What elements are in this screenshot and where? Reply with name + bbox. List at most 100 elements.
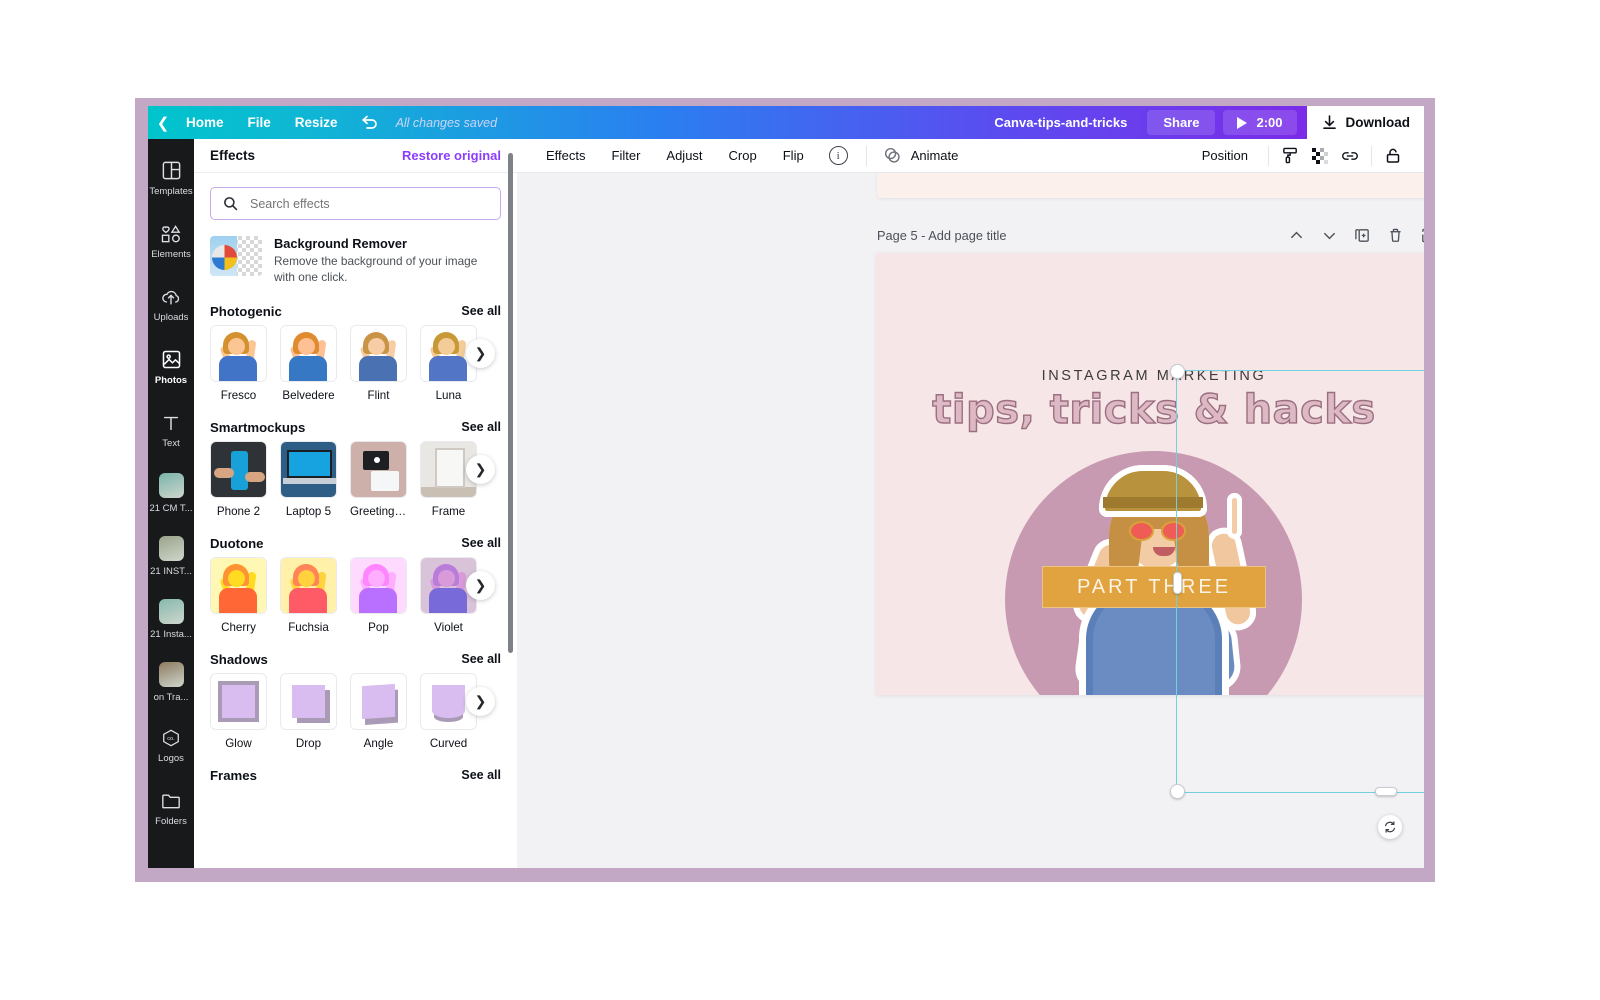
sidebar-item-folders[interactable]: Folders <box>148 777 194 840</box>
effect-label: Greeting car... <box>350 504 407 518</box>
lock-icon[interactable] <box>1378 141 1408 171</box>
effects-section-title: Frames <box>210 767 257 783</box>
search-icon <box>223 196 238 211</box>
canva-editor-window: ❮ Home File Resize All changes saved Can… <box>148 106 1424 868</box>
sidebar-item-21-cm-t[interactable]: 21 CM T... <box>148 462 194 525</box>
add-page-icon[interactable] <box>1420 227 1424 244</box>
transparency-checkerboard-icon[interactable] <box>1305 141 1335 171</box>
see-all-button[interactable]: See all <box>461 304 501 318</box>
position-button[interactable]: Position <box>1188 148 1262 163</box>
sidebar-item-21-inst[interactable]: 21 INST... <box>148 525 194 588</box>
undo-arrow-icon[interactable] <box>350 114 390 132</box>
effect-item[interactable]: Belvedere <box>280 324 337 402</box>
effect-item[interactable]: Violet <box>420 556 477 634</box>
duplicate-page-icon[interactable] <box>1354 227 1371 244</box>
tab-adjust[interactable]: Adjust <box>653 148 715 163</box>
effect-item[interactable]: Glow <box>210 672 267 750</box>
download-button[interactable]: Download <box>1306 106 1424 139</box>
effect-item[interactable]: Fuchsia <box>280 556 337 634</box>
see-all-button[interactable]: See all <box>461 768 501 782</box>
carousel-next-icon[interactable]: ❯ <box>466 454 495 484</box>
effect-item[interactable]: Greeting car... <box>350 440 407 518</box>
effects-section-title: Smartmockups <box>210 419 306 435</box>
carousel-next-icon[interactable]: ❯ <box>466 686 495 716</box>
menu-file[interactable]: File <box>236 115 283 130</box>
effect-item[interactable]: Flint <box>350 324 407 402</box>
effect-item[interactable]: Cherry <box>210 556 267 634</box>
rotate-handle-icon[interactable] <box>1378 815 1402 839</box>
menu-resize[interactable]: Resize <box>283 115 350 130</box>
effects-section-title: Shadows <box>210 651 268 667</box>
info-circle-icon[interactable]: i <box>828 146 848 165</box>
svg-text:co.: co. <box>167 736 175 742</box>
effect-label: Fresco <box>220 388 257 402</box>
effect-item[interactable]: Curved <box>420 672 477 750</box>
sidebar-item-label: 21 Insta... <box>150 629 192 640</box>
effect-item[interactable]: Laptop 5 <box>280 440 337 518</box>
design-eyebrow-text[interactable]: INSTAGRAM MARKETING <box>876 368 1424 384</box>
delete-page-icon[interactable] <box>1387 227 1404 244</box>
sidebar-item-21-insta[interactable]: 21 Insta... <box>148 588 194 651</box>
tab-flip[interactable]: Flip <box>770 148 817 163</box>
paint-roller-icon[interactable] <box>1275 141 1305 171</box>
design-title-text[interactable]: tips, tricks & hacks <box>876 386 1424 433</box>
sidebar-item-on-tra[interactable]: on Tra... <box>148 651 194 714</box>
tab-crop[interactable]: Crop <box>716 148 770 163</box>
effect-item[interactable]: Phone 2 <box>210 440 267 518</box>
move-up-icon[interactable] <box>1288 227 1305 244</box>
sidebar-item-uploads[interactable]: Uploads <box>148 273 194 336</box>
present-timer-button[interactable]: 2:00 <box>1223 110 1297 135</box>
tab-effects[interactable]: Effects <box>533 148 599 163</box>
link-chain-icon[interactable] <box>1335 141 1365 171</box>
toolbar-divider-2 <box>1268 145 1269 166</box>
chevron-left-icon[interactable]: ❮ <box>152 114 174 132</box>
sidebar-item-label: Text <box>162 437 180 449</box>
sidebar-item-text[interactable]: Text <box>148 399 194 462</box>
sidebar-item-photos[interactable]: Photos <box>148 336 194 399</box>
tab-filter[interactable]: Filter <box>599 148 654 163</box>
toolbar-divider <box>865 145 867 166</box>
carousel-next-icon[interactable]: ❯ <box>466 338 495 368</box>
page-title[interactable]: Page 5 - Add page title <box>877 228 1007 243</box>
effect-item[interactable]: Drop <box>280 672 337 750</box>
search-effects-field[interactable] <box>210 187 501 220</box>
resize-handle-bottom[interactable] <box>1375 787 1397 796</box>
panel-title: Effects <box>210 148 256 163</box>
sidebar-item-elements[interactable]: Elements <box>148 210 194 273</box>
effect-item[interactable]: Luna <box>420 324 477 402</box>
effects-panel: Effects Restore original Search effects … <box>194 139 517 868</box>
design-page-5[interactable]: INSTAGRAM MARKETING tips, tricks & hacks… <box>876 253 1424 695</box>
effects-carousel: Glow Drop Angle Curved ❯ <box>210 672 517 750</box>
previous-page-preview[interactable] <box>877 173 1424 198</box>
see-all-button[interactable]: See all <box>461 420 501 434</box>
animate-button[interactable]: Animate <box>873 146 969 165</box>
effect-thumbnail <box>280 672 337 730</box>
carousel-next-icon[interactable]: ❯ <box>466 570 495 600</box>
sidebar-item-label: 21 CM T... <box>149 503 193 514</box>
background-remover-card[interactable]: Background Remover Remove the background… <box>210 236 501 286</box>
document-title[interactable]: Canva-tips-and-tricks <box>974 115 1147 130</box>
move-down-icon[interactable] <box>1321 227 1338 244</box>
background-remover-thumbnail <box>210 236 262 276</box>
search-input[interactable] <box>248 195 488 212</box>
restore-original-button[interactable]: Restore original <box>402 148 501 163</box>
see-all-button[interactable]: See all <box>461 652 501 666</box>
effects-section-header: Photogenic See all <box>210 304 501 319</box>
effect-thumbnail <box>350 672 407 730</box>
thumbnail-icon <box>158 662 184 687</box>
resize-handle-bottom-left[interactable] <box>1170 784 1185 799</box>
panel-scrollbar[interactable] <box>508 153 513 653</box>
animate-label: Animate <box>910 148 959 163</box>
share-button[interactable]: Share <box>1147 110 1216 135</box>
sidebar-item-templates[interactable]: Templates <box>148 147 194 210</box>
effect-item[interactable]: Pop <box>350 556 407 634</box>
menu-home[interactable]: Home <box>174 115 236 130</box>
design-part-band[interactable]: PART THREE <box>1042 566 1266 608</box>
effect-item[interactable]: Angle <box>350 672 407 750</box>
effect-item[interactable]: Frame <box>420 440 477 518</box>
effects-panel-body: Background Remover Remove the background… <box>194 173 517 868</box>
see-all-button[interactable]: See all <box>461 536 501 550</box>
effects-section-title: Duotone <box>210 535 264 551</box>
effect-item[interactable]: Fresco <box>210 324 267 402</box>
sidebar-item-logos[interactable]: co. Logos <box>148 714 194 777</box>
